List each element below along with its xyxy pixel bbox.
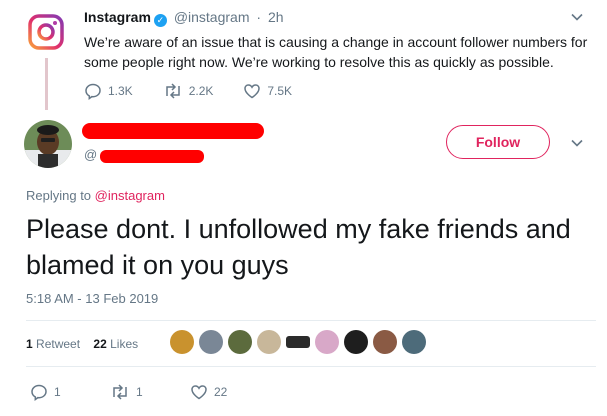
redacted-handle <box>100 150 204 163</box>
liker-avatar[interactable] <box>257 330 281 354</box>
quoted-tweet-text: We’re aware of an issue that is causing … <box>84 34 588 70</box>
thread-connector-line <box>45 58 48 110</box>
liker-avatar[interactable] <box>199 330 223 354</box>
reply-button[interactable]: 1.3K <box>84 82 133 100</box>
replying-to-label: Replying to <box>26 188 92 203</box>
quoted-tweet-header: Instagram ✓ @instagram · 2h <box>84 9 284 27</box>
verified-badge-icon: ✓ <box>153 14 167 27</box>
redacted-display-name <box>82 123 264 139</box>
chevron-down-icon[interactable] <box>570 10 584 29</box>
liker-avatar[interactable] <box>402 330 426 354</box>
likers-avatars <box>170 330 431 354</box>
divider <box>26 366 596 367</box>
retweet-count: 2.2K <box>188 84 214 98</box>
tweet-actions: 1 1 22 <box>30 383 270 401</box>
tweet-time[interactable]: 2h <box>268 9 284 25</box>
quoted-tweet-actions: 1.3K 2.2K 7.5K <box>84 80 322 102</box>
retweet-count: 1 <box>136 385 143 399</box>
liker-avatar[interactable] <box>373 330 397 354</box>
display-name[interactable]: Instagram <box>84 9 151 25</box>
liker-avatar[interactable] <box>315 330 339 354</box>
liker-avatar[interactable] <box>344 330 368 354</box>
handle[interactable]: @instagram <box>174 9 250 25</box>
like-button[interactable]: 22 <box>190 383 270 401</box>
liker-avatar[interactable] <box>286 336 310 348</box>
reply-count: 1.3K <box>108 84 133 98</box>
heart-icon <box>244 84 261 99</box>
avatar[interactable] <box>24 120 72 168</box>
chevron-down-icon[interactable] <box>570 136 584 155</box>
replying-to-handle[interactable]: @instagram <box>95 188 165 203</box>
replying-to: Replying to @instagram <box>26 188 165 203</box>
like-stat[interactable]: 22 Likes <box>93 337 138 351</box>
retweet-icon <box>165 83 180 99</box>
heart-icon <box>191 385 207 400</box>
handle-prefix: @ <box>84 147 98 162</box>
retweet-button[interactable]: 2.2K <box>163 82 214 100</box>
reply-icon <box>31 384 47 401</box>
like-count: 22 <box>214 385 228 399</box>
tweet-timestamp[interactable]: 5:18 AM - 13 Feb 2019 <box>26 291 158 306</box>
divider <box>26 320 596 321</box>
like-button[interactable]: 7.5K <box>243 82 292 100</box>
retweet-button[interactable]: 1 <box>110 383 190 401</box>
follow-button[interactable]: Follow <box>446 125 550 159</box>
reply-button[interactable]: 1 <box>30 383 110 401</box>
liker-avatar[interactable] <box>228 330 252 354</box>
tweet-stats: 1 Retweet 22 Likes <box>26 337 138 351</box>
retweet-icon <box>113 384 127 400</box>
reply-count: 1 <box>54 385 61 399</box>
like-count: 7.5K <box>267 84 293 98</box>
tweet-text: Please dont. I unfollowed my fake friend… <box>26 214 571 280</box>
reply-icon <box>85 83 101 100</box>
instagram-logo-icon[interactable] <box>26 12 66 52</box>
separator: · <box>256 9 262 25</box>
retweet-stat[interactable]: 1 Retweet <box>26 337 80 351</box>
liker-avatar[interactable] <box>170 330 194 354</box>
